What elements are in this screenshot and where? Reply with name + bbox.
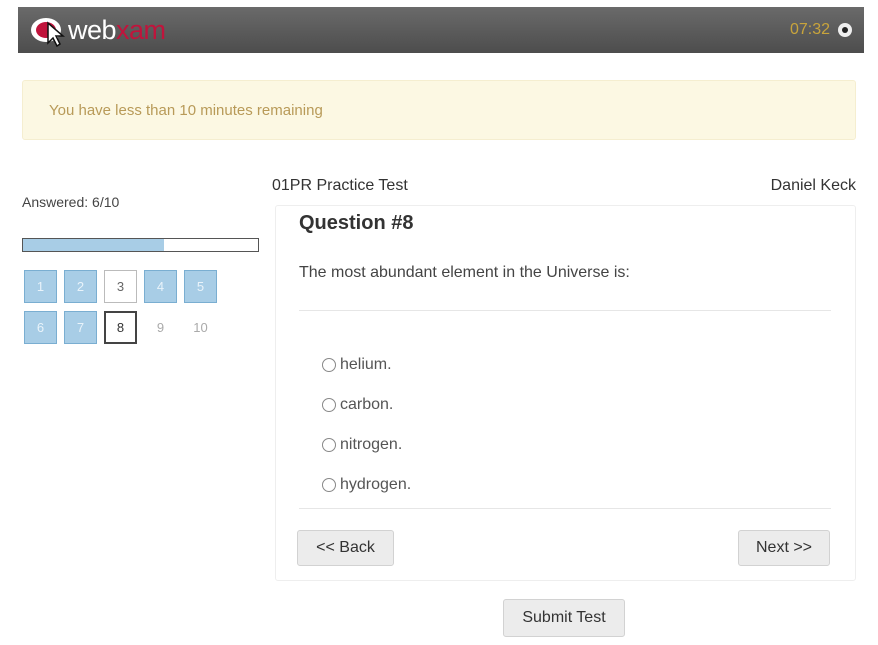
question-nav-4[interactable]: 4 bbox=[144, 270, 177, 303]
time-warning-alert: You have less than 10 minutes remaining bbox=[22, 80, 856, 140]
user-name: Daniel Keck bbox=[770, 177, 856, 194]
answered-count: Answered: 6/10 bbox=[22, 194, 120, 210]
question-text: The most abundant element in the Univers… bbox=[299, 264, 630, 281]
question-nav-9[interactable]: 9 bbox=[144, 311, 177, 344]
question-nav-1[interactable]: 1 bbox=[24, 270, 57, 303]
question-nav-6[interactable]: 6 bbox=[24, 311, 57, 344]
radio-button[interactable] bbox=[322, 438, 336, 452]
submit-test-button[interactable]: Submit Test bbox=[503, 599, 625, 637]
option-label: carbon. bbox=[340, 396, 394, 413]
option-helium[interactable]: helium. bbox=[322, 345, 411, 385]
webxam-logo: webxam bbox=[28, 13, 166, 47]
app-header: webxam 07:32 bbox=[18, 7, 864, 53]
question-nav-10[interactable]: 10 bbox=[184, 311, 217, 344]
progress-bar bbox=[22, 238, 259, 252]
question-nav-7[interactable]: 7 bbox=[64, 311, 97, 344]
answer-options: helium. carbon. nitrogen. hydrogen. bbox=[322, 345, 411, 505]
option-nitrogen[interactable]: nitrogen. bbox=[322, 425, 411, 465]
next-button[interactable]: Next >> bbox=[738, 530, 830, 566]
logo-cursor-icon bbox=[31, 18, 66, 47]
divider bbox=[299, 310, 831, 311]
eye-icon[interactable] bbox=[838, 23, 852, 37]
divider bbox=[299, 508, 831, 509]
radio-button[interactable] bbox=[322, 398, 336, 412]
question-title: Question #8 bbox=[299, 212, 414, 234]
timer-text: 07:32 bbox=[789, 21, 830, 38]
option-label: hydrogen. bbox=[340, 476, 412, 493]
radio-button[interactable] bbox=[322, 358, 336, 372]
question-navigator: 1 2 3 4 5 6 7 8 9 10 bbox=[24, 270, 224, 344]
back-button[interactable]: << Back bbox=[297, 530, 394, 566]
progress-bar-fill bbox=[23, 239, 164, 251]
option-hydrogen[interactable]: hydrogen. bbox=[322, 465, 411, 505]
option-label: nitrogen. bbox=[340, 436, 403, 453]
logo-web-text: web bbox=[68, 14, 117, 45]
timer: 07:32 bbox=[790, 21, 852, 39]
question-panel: Question #8 The most abundant element in… bbox=[275, 205, 856, 581]
question-nav-2[interactable]: 2 bbox=[64, 270, 97, 303]
question-nav-5[interactable]: 5 bbox=[184, 270, 217, 303]
question-nav-8[interactable]: 8 bbox=[104, 311, 137, 344]
alert-text: You have less than 10 minutes remaining bbox=[49, 101, 323, 119]
logo-xam-text: xam bbox=[116, 14, 166, 45]
option-label: helium. bbox=[340, 356, 392, 373]
test-name: 01PR Practice Test bbox=[272, 177, 408, 194]
radio-button[interactable] bbox=[322, 478, 336, 492]
option-carbon[interactable]: carbon. bbox=[322, 385, 411, 425]
question-nav-3[interactable]: 3 bbox=[104, 270, 137, 303]
